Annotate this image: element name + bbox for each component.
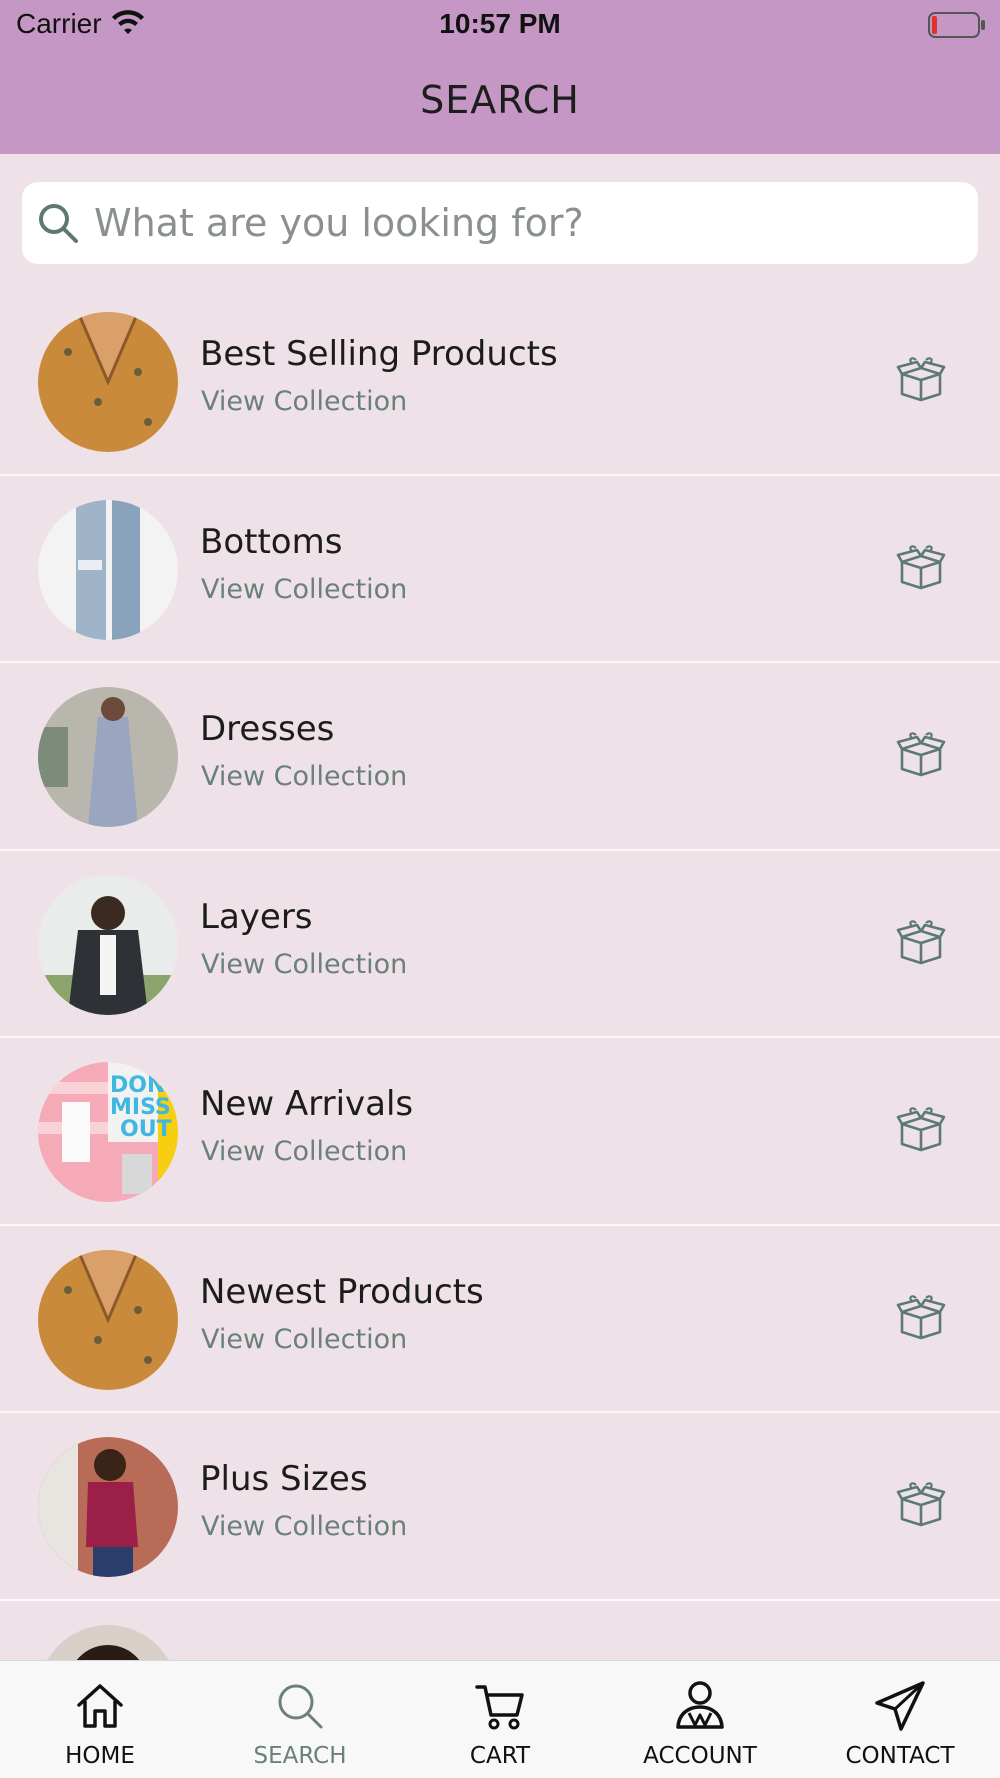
collection-row[interactable]: Bottoms View Collection bbox=[0, 476, 1000, 663]
collection-row[interactable] bbox=[0, 1601, 1000, 1660]
collection-thumbnail bbox=[38, 1249, 178, 1390]
collection-title: Plus Sizes bbox=[200, 1459, 368, 1499]
gift-box-icon bbox=[896, 544, 946, 589]
collection-list: Best Selling Products View Collection Bott… bbox=[0, 288, 1000, 1660]
header-bar: Carrier 10:57 PM SEARCH bbox=[0, 0, 1000, 154]
collection-title: Best Selling Products bbox=[200, 334, 558, 374]
collection-title: Dresses bbox=[200, 709, 335, 749]
view-collection-link[interactable]: View Collection bbox=[201, 1324, 407, 1355]
tab-bar: HOME SEARCH CART ACCOUNT CONTACT bbox=[0, 1660, 1000, 1778]
collection-thumbnail bbox=[38, 499, 178, 640]
view-collection-link[interactable]: View Collection bbox=[201, 1136, 407, 1167]
cart-icon bbox=[475, 1685, 524, 1730]
search-icon bbox=[278, 1684, 323, 1729]
account-icon bbox=[676, 1681, 724, 1729]
collection-image bbox=[38, 499, 178, 640]
page-title: SEARCH bbox=[420, 78, 580, 122]
collection-row[interactable]: Layers View Collection bbox=[0, 851, 1000, 1038]
svg-text:OUT: OUT bbox=[120, 1117, 172, 1142]
collection-thumbnail: DON MISS OUT bbox=[38, 1062, 178, 1202]
collection-thumbnail bbox=[38, 687, 178, 827]
collection-title: Bottoms bbox=[200, 521, 343, 562]
collection-thumbnail bbox=[38, 1437, 178, 1577]
collection-image bbox=[38, 1624, 178, 1660]
collection-row[interactable]: Dresses View Collection bbox=[0, 663, 1000, 851]
collection-title: Layers bbox=[200, 896, 313, 937]
home-icon bbox=[77, 1684, 123, 1728]
gift-box-icon bbox=[896, 1482, 946, 1527]
tab-cart-label: CART bbox=[469, 1743, 531, 1769]
collection-row[interactable]: Plus Sizes View Collection bbox=[0, 1413, 1000, 1601]
tab-search[interactable]: SEARCH bbox=[200, 1661, 400, 1778]
tab-cart[interactable]: CART bbox=[400, 1661, 600, 1778]
collection-image bbox=[38, 1249, 178, 1390]
tab-home[interactable]: HOME bbox=[0, 1661, 200, 1778]
collection-thumbnail bbox=[38, 1624, 178, 1660]
search-bar[interactable] bbox=[22, 182, 978, 264]
paper-plane-icon bbox=[875, 1681, 925, 1731]
tab-account[interactable]: ACCOUNT bbox=[600, 1661, 800, 1778]
tab-search-label: SEARCH bbox=[253, 1743, 347, 1769]
view-collection-link[interactable]: View Collection bbox=[201, 574, 407, 605]
status-time: 10:57 PM bbox=[439, 8, 561, 39]
search-input[interactable] bbox=[94, 201, 954, 245]
tab-contact[interactable]: CONTACT bbox=[800, 1661, 1000, 1778]
gift-box-icon bbox=[896, 1107, 946, 1152]
view-collection-link[interactable]: View Collection bbox=[201, 761, 407, 792]
collection-image bbox=[38, 312, 178, 452]
view-collection-link[interactable]: View Collection bbox=[201, 386, 407, 417]
collection-row[interactable]: Best Selling Products View Collection bbox=[0, 288, 1000, 476]
collection-row[interactable]: DON MISS OUT New Arrivals View Collection bbox=[0, 1038, 1000, 1226]
tab-contact-label: CONTACT bbox=[845, 1743, 955, 1769]
gift-box-icon bbox=[896, 1294, 946, 1339]
status-bar: Carrier 10:57 PM bbox=[0, 0, 1000, 50]
collection-image bbox=[38, 874, 178, 1015]
search-icon bbox=[39, 204, 78, 243]
gift-box-icon bbox=[896, 357, 946, 402]
gift-box-icon bbox=[896, 732, 946, 777]
collection-image: DONMISSOUT bbox=[38, 1062, 178, 1202]
tab-account-label: ACCOUNT bbox=[643, 1743, 757, 1769]
view-collection-link[interactable]: View Collection bbox=[201, 949, 407, 980]
gift-box-icon bbox=[896, 919, 946, 964]
collection-title: Newest Products bbox=[200, 1271, 484, 1312]
collection-thumbnail bbox=[38, 874, 178, 1015]
tab-home-label: HOME bbox=[65, 1743, 135, 1769]
collection-thumbnail bbox=[38, 312, 178, 452]
collection-title: New Arrivals bbox=[200, 1084, 414, 1124]
collection-image bbox=[38, 687, 178, 827]
battery-icon bbox=[928, 12, 985, 38]
view-collection-link[interactable]: View Collection bbox=[201, 1511, 407, 1542]
collection-row[interactable]: Newest Products View Collection bbox=[0, 1226, 1000, 1413]
collection-image bbox=[38, 1437, 178, 1577]
